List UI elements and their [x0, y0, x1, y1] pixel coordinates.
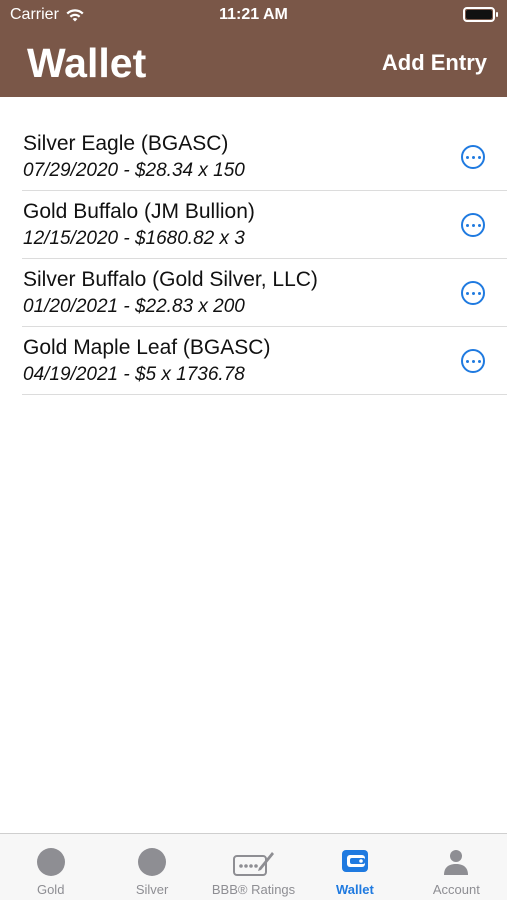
more-options-icon[interactable]	[461, 213, 485, 237]
entry-title: Gold Maple Leaf (BGASC)	[23, 336, 271, 359]
wallet-entry-list: Silver Eagle (BGASC) 07/29/2020 - $28.34…	[0, 123, 507, 395]
tab-gold[interactable]: Gold	[0, 834, 101, 900]
page-title: Wallet	[27, 40, 147, 86]
tab-bar: Gold Silver BBB® Ratings Wallet Account	[0, 833, 507, 900]
more-options-icon[interactable]	[461, 281, 485, 305]
entry-title: Gold Buffalo (JM Bullion)	[23, 200, 255, 223]
tab-label: BBB® Ratings	[211, 882, 296, 897]
status-bar: Carrier 11:21 AM	[0, 0, 507, 30]
entry-title: Silver Eagle (BGASC)	[23, 132, 229, 155]
tab-label: Silver	[135, 882, 169, 897]
coin-icon	[36, 848, 65, 876]
more-options-icon[interactable]	[461, 349, 485, 373]
entry-detail: 01/20/2021 - $22.83 x 200	[23, 296, 245, 317]
entry-detail: 12/15/2020 - $1680.82 x 3	[23, 228, 245, 249]
status-time: 11:21 AM	[219, 6, 288, 23]
tab-wallet[interactable]: Wallet	[304, 834, 405, 900]
person-icon	[444, 850, 469, 875]
ratings-card-icon	[232, 852, 274, 876]
wallet-icon	[341, 850, 368, 872]
list-item[interactable]: Silver Eagle (BGASC) 07/29/2020 - $28.34…	[22, 123, 507, 191]
list-item[interactable]: Gold Buffalo (JM Bullion) 12/15/2020 - $…	[22, 191, 507, 259]
tab-bbb-ratings[interactable]: BBB® Ratings	[203, 834, 304, 900]
coin-icon	[138, 848, 167, 876]
tab-silver[interactable]: Silver	[101, 834, 202, 900]
list-item[interactable]: Silver Buffalo (Gold Silver, LLC) 01/20/…	[22, 259, 507, 327]
add-entry-button[interactable]: Add Entry	[382, 50, 487, 76]
tab-label: Gold	[36, 882, 65, 897]
tab-label: Wallet	[336, 882, 374, 897]
tab-account[interactable]: Account	[406, 834, 507, 900]
list-item[interactable]: Gold Maple Leaf (BGASC) 04/19/2021 - $5 …	[22, 327, 507, 395]
navigation-header: Carrier 11:21 AM Wallet Add Entry	[0, 0, 507, 97]
more-options-icon[interactable]	[461, 145, 485, 169]
battery-icon	[463, 7, 498, 22]
entry-title: Silver Buffalo (Gold Silver, LLC)	[23, 268, 318, 291]
entry-detail: 07/29/2020 - $28.34 x 150	[23, 160, 245, 181]
entry-detail: 04/19/2021 - $5 x 1736.78	[23, 364, 245, 385]
tab-label: Account	[432, 882, 480, 897]
